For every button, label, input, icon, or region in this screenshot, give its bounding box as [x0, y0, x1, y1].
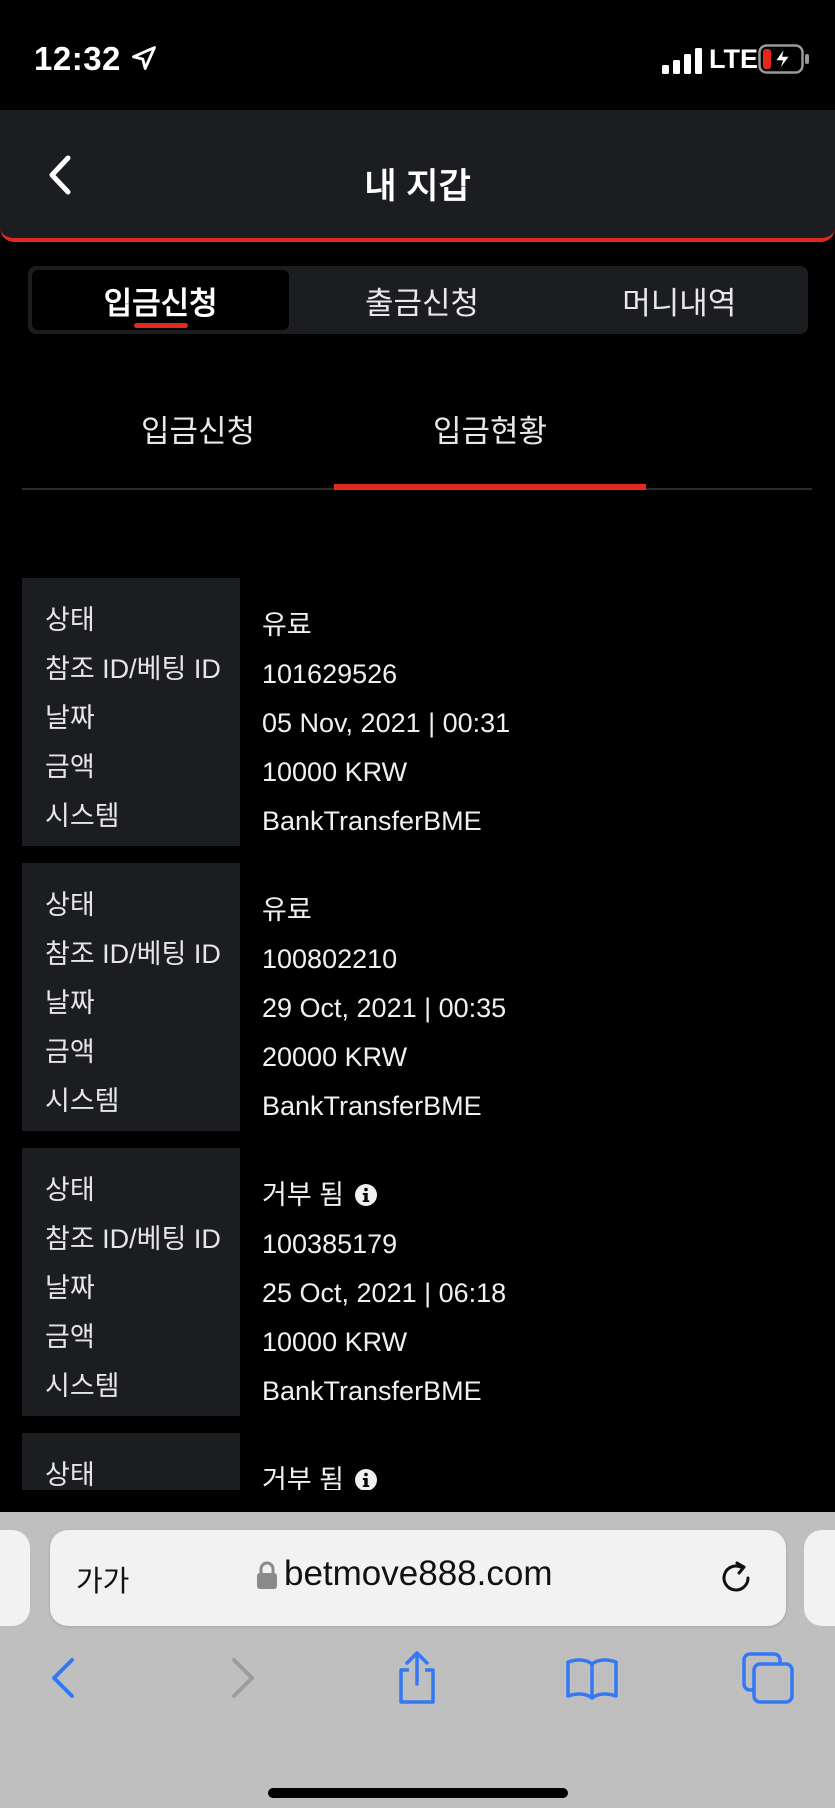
tab-money-history[interactable]: 머니내역: [551, 266, 808, 334]
ref-id-value: 101629526: [262, 658, 398, 689]
page-title: 내 지갑: [364, 167, 471, 206]
tab-label: 출금신청: [364, 285, 480, 321]
date-value: 05 Nov, 2021 | 00:31: [262, 707, 511, 738]
status-text: 거부 됨: [262, 1464, 345, 1491]
status-value: 유료: [262, 600, 312, 649]
info-icon[interactable]: [354, 1468, 378, 1491]
active-tab-indicator: [133, 323, 188, 328]
system-label: 시스템: [45, 1086, 120, 1116]
deposit-record: 상태 참조 ID/베팅 ID 날짜 금액 시스템 거부 됨 100385179 …: [22, 1148, 812, 1416]
url-text: betmove888.com: [284, 1554, 553, 1593]
date-label: 날짜: [45, 703, 95, 733]
lock-icon: [257, 1561, 277, 1589]
system-value: BankTransferBME: [262, 1375, 482, 1406]
subtab-deposit-status[interactable]: 입금현황: [334, 406, 646, 451]
tab-withdraw-request[interactable]: 출금신청: [293, 266, 550, 334]
deposit-record: 상태 참조 ID/베팅 ID 날짜 금액 시스템 유료 101629526 05…: [22, 578, 812, 846]
bookmarks-icon[interactable]: [564, 1650, 620, 1706]
ref-id-value: 100802210: [262, 943, 398, 974]
date-value: 25 Oct, 2021 | 06:18: [262, 1277, 507, 1308]
home-indicator: [268, 1788, 568, 1798]
tabs-icon[interactable]: [740, 1650, 796, 1706]
system-value: BankTransferBME: [262, 1090, 482, 1121]
status-value: 거부 됨: [262, 1455, 378, 1490]
ref-id-label: 참조 ID/베팅 ID: [45, 939, 221, 969]
amount-value: 10000 KRW: [262, 756, 408, 787]
info-icon[interactable]: [354, 1183, 378, 1207]
subtab-deposit-request[interactable]: 입금신청: [42, 406, 354, 451]
wallet-tabs: 입금신청 출금신청 머니내역: [28, 266, 808, 334]
ref-id-value: 100385179: [262, 1228, 398, 1259]
status-time: 12:32: [34, 40, 121, 77]
status-value: 유료: [262, 885, 312, 934]
tab-deposit-request[interactable]: 입금신청: [32, 270, 290, 330]
status-text: 유료: [262, 609, 312, 640]
status-text: 거부 됨: [262, 1179, 345, 1210]
amount-label: 금액: [45, 752, 95, 782]
address-bar[interactable]: 가가 betmove888.com: [50, 1530, 786, 1626]
ref-id-label: 참조 ID/베팅 ID: [45, 654, 221, 684]
date-value: 29 Oct, 2021 | 00:35: [262, 992, 507, 1023]
status-text: 유료: [262, 894, 312, 925]
system-value: BankTransferBME: [262, 805, 482, 836]
amount-label: 금액: [45, 1037, 95, 1067]
system-label: 시스템: [45, 1371, 120, 1401]
text-size-button[interactable]: 가가: [76, 1558, 129, 1600]
amount-value: 10000 KRW: [262, 1326, 408, 1357]
app-header: 내 지갑: [0, 110, 835, 242]
amount-label: 금액: [45, 1322, 95, 1352]
status-label: 상태: [45, 1175, 95, 1205]
date-label: 날짜: [45, 1273, 95, 1303]
amount-value: 20000 KRW: [262, 1041, 408, 1072]
deposit-records-list[interactable]: 상태 참조 ID/베팅 ID 날짜 금액 시스템 유료 101629526 05…: [22, 578, 812, 1490]
share-icon[interactable]: [389, 1650, 445, 1706]
status-label: 상태: [45, 1460, 95, 1490]
tab-label: 입금신청: [103, 285, 218, 321]
network-type: LTE: [709, 44, 758, 74]
location-arrow-icon: [132, 46, 156, 70]
status-bar: 12:32 LTE: [0, 0, 835, 110]
reload-icon[interactable]: [716, 1558, 756, 1598]
previous-tab-preview[interactable]: [0, 1530, 30, 1626]
tab-label: 머니내역: [622, 285, 737, 321]
date-label: 날짜: [45, 988, 95, 1018]
cellular-signal-icon: [662, 48, 702, 74]
next-tab-preview[interactable]: [804, 1530, 835, 1626]
active-subtab-indicator: [334, 484, 646, 490]
deposit-sub-tabs: 입금신청 입금현황: [22, 390, 812, 490]
status-value: 거부 됨: [262, 1170, 378, 1219]
deposit-record: 상태 참조 ID/베팅 ID 날짜 금액 시스템 유료 100802210 29…: [22, 863, 812, 1131]
deposit-record: 상태 거부 됨: [22, 1433, 812, 1490]
forward-arrow-icon[interactable]: [214, 1650, 270, 1706]
status-label: 상태: [45, 890, 95, 920]
browser-toolbar: 가가 betmove888.com: [0, 1512, 835, 1808]
ref-id-label: 참조 ID/베팅 ID: [45, 1224, 221, 1254]
system-label: 시스템: [45, 801, 120, 831]
back-arrow-icon[interactable]: [36, 1650, 92, 1706]
battery-charging-icon: [758, 44, 809, 74]
status-label: 상태: [45, 605, 95, 635]
